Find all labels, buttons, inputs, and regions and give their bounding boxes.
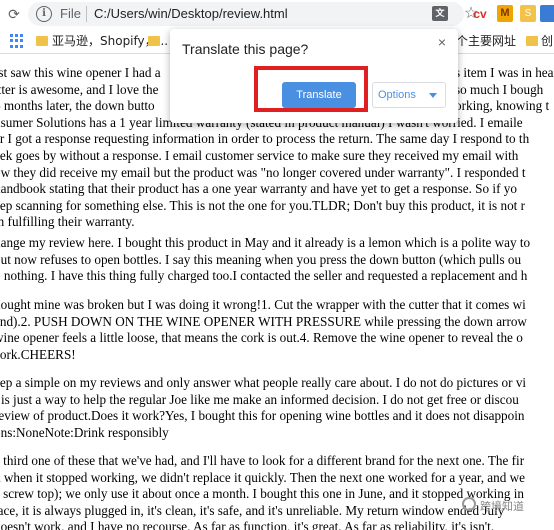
review-paragraph-1-right: s item I was in hea so much I bough orki… [455, 65, 554, 115]
folder-icon [526, 36, 538, 46]
text-line: eep scanning for something else. This is… [0, 197, 526, 213]
popup-title: Translate this page? [182, 41, 309, 57]
url-text[interactable]: C:/Users/win/Desktop/review.html [94, 6, 288, 22]
text-line: hange my review here. I bought this prod… [0, 235, 531, 250]
text-line: so much I bough [455, 81, 544, 97]
text-line: wine opener feels a little loose, that m… [0, 330, 523, 346]
url-scheme: File [60, 6, 81, 21]
text-line: eek goes by without a response. I email … [0, 147, 519, 163]
text-line: but now refuses to open bottles. I say t… [0, 251, 522, 267]
highlight-annotation [254, 66, 368, 112]
text-line: orking, knowing t [455, 98, 550, 114]
text-line: in fulfilling their warranty. [0, 214, 135, 230]
text-line: and).2. PUSH DOWN ON THE WINE OPENER WIT… [0, 313, 527, 329]
apps-grid-icon[interactable] [10, 34, 24, 48]
bookmark-item[interactable]: 创 [541, 33, 553, 49]
extension-m-icon[interactable]: M [497, 5, 513, 22]
close-icon[interactable]: × [434, 34, 450, 50]
folder-icon [148, 36, 160, 46]
extension-cv-icon[interactable]: cv [472, 6, 488, 22]
review-paragraph-2: hange my review here. I bought this prod… [0, 235, 554, 285]
address-bar[interactable]: i File C:/Users/win/Desktop/review.html … [28, 2, 478, 26]
info-icon[interactable]: i [36, 6, 52, 22]
reload-icon[interactable]: ⟳ [6, 6, 22, 22]
text-line: o nothing. I have this thing fully charg… [0, 268, 528, 284]
omnibox-separator [86, 6, 87, 22]
text-line: cork.CHEERS! [0, 346, 76, 362]
chevron-down-icon [429, 93, 437, 98]
review-paragraph-3: hought mine was broken but I was doing i… [0, 297, 554, 363]
text-line: er I got a response requesting informati… [0, 131, 530, 147]
text-line: s item I was in hea [455, 65, 554, 80]
text-line: review of product.Does it work?Yes, I bo… [0, 408, 525, 424]
text-line: e third one of these that we've had, and… [0, 453, 525, 468]
extension-s-icon[interactable]: S [520, 5, 536, 22]
text-line: handbook stating that their product has … [0, 181, 517, 197]
bookmark-item[interactable]: 个主要网址 [456, 33, 516, 49]
text-line: hought mine was broken but I was doing i… [0, 297, 526, 312]
review-paragraph-5: e third one of these that we've had, and… [0, 453, 554, 530]
text-line: ow they did receive my email but the pro… [0, 164, 526, 180]
review-paragraph-4: eep a simple on my reviews and only answ… [0, 375, 554, 441]
options-button[interactable]: Options [372, 82, 446, 108]
text-line: doesn't work, and I have no recourse. As… [0, 519, 495, 530]
watermark-logo-icon [462, 497, 476, 511]
page-content: rst saw this wine opener I had a itter i… [0, 61, 554, 530]
folder-icon [36, 36, 48, 46]
watermark: 跨境知道 [480, 500, 524, 513]
extension-icon[interactable] [540, 5, 554, 22]
translate-icon[interactable]: 文 [432, 6, 448, 21]
text-line: ons:NoneNote:Drink responsibly [0, 424, 169, 440]
text-line: eep a simple on my reviews and only answ… [0, 375, 527, 390]
text-line: t is just a way to help the regular Joe … [0, 391, 519, 407]
options-label: Options [378, 89, 416, 101]
text-line: d when it stopped working, we didn't rep… [0, 469, 526, 485]
browser-toolbar: ⟳ i File C:/Users/win/Desktop/review.htm… [0, 0, 554, 28]
